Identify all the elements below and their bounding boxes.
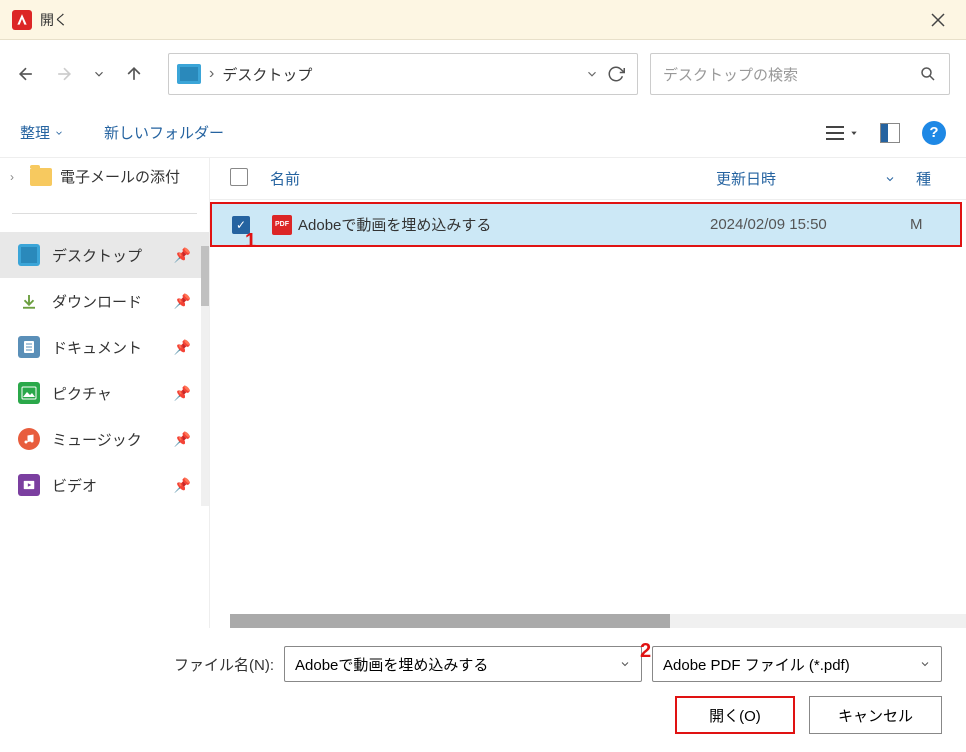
help-button[interactable]: ? [922,121,946,145]
pictures-icon [18,382,40,404]
horizontal-scrollbar[interactable] [230,614,966,628]
location-icon [177,64,201,84]
up-button[interactable] [124,64,144,84]
file-type: M [910,216,940,233]
breadcrumb[interactable]: › デスクトップ [168,53,638,95]
tree-item-attachments[interactable]: › 電子メールの添付 [0,158,209,195]
file-date: 2024/02/09 15:50 [710,216,910,233]
video-icon [18,474,40,496]
bottom-panel: ファイル名(N): Adobeで動画を埋め込みする Adobe PDF ファイル… [0,628,966,752]
tree-item-label: 電子メールの添付 [60,166,180,187]
sidebar-scrollbar[interactable] [201,246,210,506]
column-headers[interactable]: 名前 更新日時 種 [210,158,966,200]
open-button[interactable]: 開く(O) [675,696,795,734]
sidebar-item-label: ピクチャ [52,383,112,404]
search-placeholder: デスクトップの検索 [663,64,798,85]
pin-icon: 📌 [174,385,191,402]
chevron-right-icon: › [10,170,22,184]
column-date[interactable]: 更新日時 [716,168,916,189]
cancel-button[interactable]: キャンセル [809,696,942,734]
sidebar-item-desktop[interactable]: デスクトップ 📌 [0,232,209,278]
pin-icon: 📌 [174,339,191,356]
pin-icon: 📌 [174,247,191,264]
forward-button[interactable] [54,64,74,84]
music-icon [18,428,40,450]
dialog-title: 開く [40,10,68,30]
sidebar-item-pictures[interactable]: ピクチャ 📌 [0,370,209,416]
view-menu[interactable] [824,124,858,142]
breadcrumb-location: デスクトップ [222,64,577,85]
back-button[interactable] [16,64,36,84]
sidebar-item-label: ミュージック [52,429,142,450]
chevron-down-icon[interactable] [619,658,631,670]
new-folder-button[interactable]: 新しいフォルダー [104,122,224,143]
pin-icon: 📌 [174,477,191,494]
sidebar-item-documents[interactable]: ドキュメント 📌 [0,324,209,370]
file-name: Adobeで動画を埋め込みする [298,214,491,235]
breadcrumb-dropdown[interactable] [585,67,599,81]
recent-dropdown[interactable] [92,67,106,81]
pin-icon: 📌 [174,293,191,310]
file-row[interactable]: ✓ PDF Adobeで動画を埋め込みする 2024/02/09 15:50 M [210,202,962,247]
app-icon [12,10,32,30]
download-icon [18,290,40,312]
refresh-button[interactable] [607,65,625,83]
sidebar-item-label: ダウンロード [52,291,142,312]
breadcrumb-separator: › [209,65,214,83]
search-icon [919,65,937,83]
column-type[interactable]: 種 [916,168,946,189]
annotation-1: 1 [245,230,256,253]
sidebar-item-music[interactable]: ミュージック 📌 [0,416,209,462]
sidebar-item-label: ビデオ [52,475,97,496]
folder-icon [30,168,52,186]
organize-menu[interactable]: 整理 [20,122,64,143]
file-list: 名前 更新日時 種 ✓ PDF Adobeで動画を埋め込みする 2024/02/… [210,158,966,628]
sidebar-item-downloads[interactable]: ダウンロード 📌 [0,278,209,324]
titlebar: 開く [0,0,966,40]
divider [12,213,197,214]
sidebar-item-label: ドキュメント [52,337,142,358]
annotation-2: 2 [640,640,651,663]
sidebar: › 電子メールの添付 デスクトップ 📌 ダウンロード 📌 ドキュメント 📌 ピク… [0,158,210,628]
preview-pane-button[interactable] [880,123,900,143]
navbar: › デスクトップ デスクトップの検索 [0,40,966,108]
pin-icon: 📌 [174,431,191,448]
search-input[interactable]: デスクトップの検索 [650,53,950,95]
file-type-filter[interactable]: Adobe PDF ファイル (*.pdf) [652,646,942,682]
filename-label: ファイル名(N): [174,654,274,675]
document-icon [18,336,40,358]
filename-input[interactable]: Adobeで動画を埋め込みする [284,646,642,682]
sidebar-item-label: デスクトップ [52,245,142,266]
desktop-icon [18,244,40,266]
pdf-icon: PDF [272,215,292,235]
select-all-checkbox[interactable] [230,168,248,186]
main-area: › 電子メールの添付 デスクトップ 📌 ダウンロード 📌 ドキュメント 📌 ピク… [0,158,966,628]
close-button[interactable] [922,4,954,36]
sidebar-item-videos[interactable]: ビデオ 📌 [0,462,209,508]
toolbar: 整理 新しいフォルダー ? [0,108,966,158]
column-name[interactable]: 名前 [270,168,716,189]
chevron-down-icon [919,658,931,670]
